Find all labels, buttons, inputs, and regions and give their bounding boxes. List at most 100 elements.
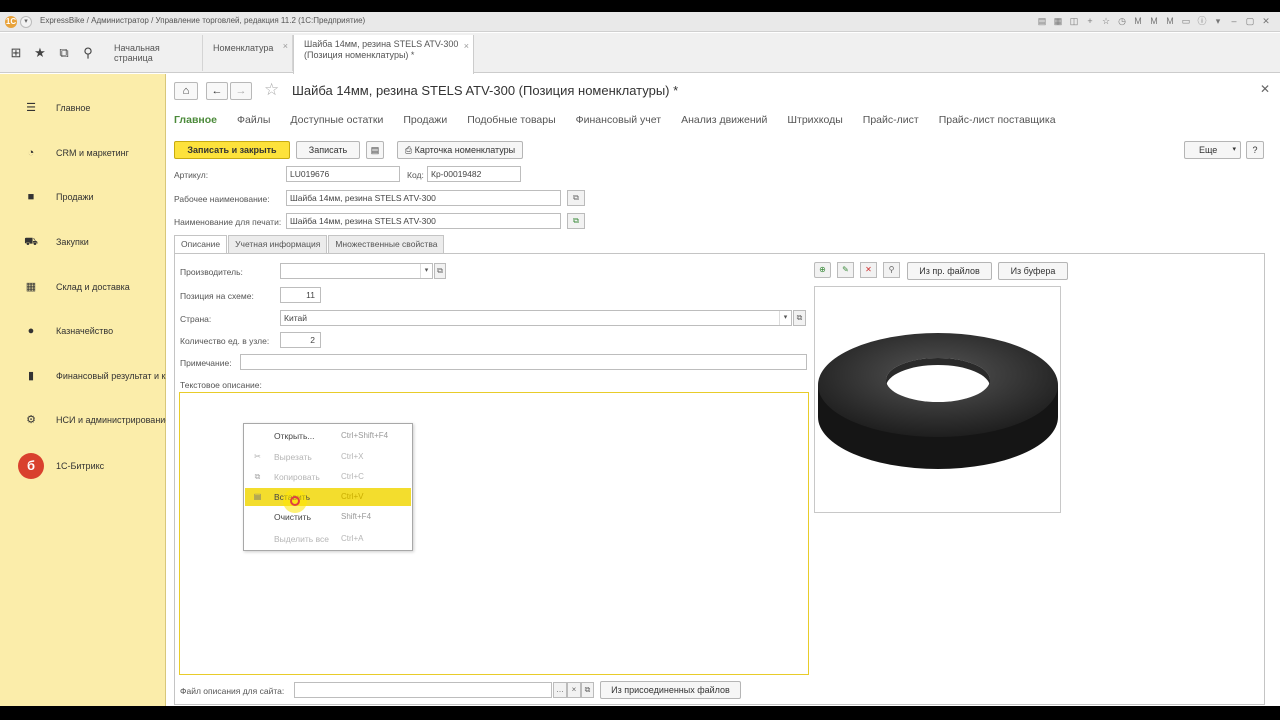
article-field[interactable]: LU019676 — [286, 166, 400, 182]
info-icon[interactable]: ⓘ — [1196, 15, 1208, 27]
zoom-icon[interactable]: ⚲ — [883, 262, 900, 278]
subnav-supplier-pricelist[interactable]: Прайс-лист поставщика — [939, 114, 1056, 126]
menu-item-paste[interactable]: ▤ Вставить Ctrl+V — [245, 488, 411, 506]
open-icon[interactable]: ⧉ — [793, 310, 806, 326]
subnav-main[interactable]: Главное — [174, 114, 217, 126]
favorites-icon[interactable]: ☆ — [1100, 15, 1112, 27]
close-tab-icon[interactable]: × — [464, 41, 469, 52]
delete-icon[interactable]: ✕ — [860, 262, 877, 278]
tab-properties[interactable]: Множественные свойства — [328, 235, 445, 253]
site-file-label: Файл описания для сайта: — [180, 686, 285, 696]
menu-item-cut[interactable]: ✂ Вырезать Ctrl+X — [245, 448, 411, 466]
scheme-position-field[interactable]: 11 — [280, 287, 321, 303]
close-tab-icon[interactable]: × — [283, 41, 288, 51]
item-card-button[interactable]: ⎙ Карточка номенклатуры — [397, 141, 523, 159]
chevron-down-icon[interactable]: ▾ — [779, 311, 791, 325]
sidebar-item-crm[interactable]: ◔ CRM и маркетинг — [0, 137, 166, 169]
note-field[interactable] — [240, 354, 807, 370]
languages-icon[interactable]: ⧉ — [567, 213, 585, 229]
chevron-down-icon: ▾ — [1232, 146, 1236, 153]
tab-accounting[interactable]: Учетная информация — [228, 235, 328, 253]
calendar-icon[interactable]: ▤ — [1036, 15, 1048, 27]
sidebar-item-sales[interactable]: ■ Продажи — [0, 181, 166, 213]
chevron-down-icon[interactable]: ▾ — [420, 264, 432, 278]
subnav-barcodes[interactable]: Штрихкоды — [787, 114, 842, 126]
open-icon[interactable]: ⧉ — [434, 263, 446, 279]
sidebar-item-main[interactable]: ☰ Главное — [0, 92, 166, 124]
star-icon[interactable]: ☆ — [264, 80, 279, 100]
menu-item-copy[interactable]: ⧉ Копировать Ctrl+C — [245, 468, 411, 486]
code-field[interactable]: Кр-00019482 — [427, 166, 521, 182]
tab-description[interactable]: Описание — [174, 235, 228, 253]
tab-home[interactable]: Начальная страница — [104, 35, 203, 71]
minimize-icon[interactable]: – — [1228, 15, 1240, 27]
sidebar-item-admin[interactable]: ⚙ НСИ и администрирование — [0, 404, 170, 436]
close-icon[interactable]: ✕ — [1260, 82, 1270, 96]
manufacturer-label: Производитель: — [180, 267, 243, 277]
m-plus-icon[interactable]: M — [1148, 15, 1160, 27]
save-close-button[interactable]: Записать и закрыть — [174, 141, 290, 159]
history-icon[interactable]: ◷ — [1116, 15, 1128, 27]
save-button[interactable]: Записать — [296, 141, 360, 159]
maximize-icon[interactable]: ▢ — [1244, 15, 1256, 27]
help-button[interactable]: ? — [1246, 141, 1264, 159]
manufacturer-field[interactable] — [280, 263, 433, 279]
from-buffer-button[interactable]: Из буфера — [998, 262, 1068, 280]
cursor-ring — [290, 496, 300, 506]
subnav-finance[interactable]: Финансовый учет — [576, 114, 661, 126]
add-icon[interactable]: ⊕ — [814, 262, 831, 278]
ellipsis-icon[interactable]: … — [553, 682, 567, 698]
m-icon[interactable]: M — [1132, 15, 1144, 27]
calculator-icon[interactable]: ▦ — [1052, 15, 1064, 27]
apps-grid-icon[interactable]: ⊞ — [8, 45, 24, 61]
quantity-field[interactable]: 2 — [280, 332, 321, 348]
languages-icon[interactable]: ⧉ — [567, 190, 585, 206]
site-file-field[interactable] — [294, 682, 552, 698]
plus-icon[interactable]: + — [1084, 15, 1096, 27]
sidebar-item-label: Склад и доставка — [56, 281, 130, 292]
menu-item-open[interactable]: Открыть... Ctrl+Shift+F4 — [245, 427, 411, 445]
tab-nomenclature[interactable]: Номенклатура × — [203, 35, 293, 71]
from-files-button[interactable]: Из пр. файлов — [907, 262, 992, 280]
memory-icon[interactable]: ◫ — [1068, 15, 1080, 27]
menu-item-clear[interactable]: Очистить Shift+F4 — [245, 508, 411, 526]
close-icon[interactable]: ✕ — [1260, 15, 1272, 27]
bag-icon: ■ — [27, 191, 35, 203]
subnav-movements[interactable]: Анализ движений — [681, 114, 767, 126]
home-button[interactable]: ⌂ — [174, 82, 198, 100]
main-menu-icon[interactable]: ▾ — [20, 16, 32, 28]
subnav-stock[interactable]: Доступные остатки — [290, 114, 383, 126]
tab-item-card[interactable]: Шайба 14мм, резина STELS ATV-300 (Позици… — [293, 35, 474, 74]
star-icon[interactable]: ★ — [32, 45, 48, 61]
sidebar-item-treasury[interactable]: ● Казначейство — [0, 315, 166, 347]
sidebar-item-finance[interactable]: ▮ Финансовый результат и контроллинг — [0, 360, 213, 392]
panel-icon[interactable]: ▭ — [1180, 15, 1192, 27]
subnav-pricelist[interactable]: Прайс-лист — [863, 114, 919, 126]
back-button[interactable]: ← — [206, 82, 228, 100]
history-icon[interactable]: ⧉ — [56, 45, 72, 61]
document-icon[interactable]: ▤ — [366, 141, 384, 159]
more-button[interactable]: Еще ▾ — [1184, 141, 1241, 159]
subnav-similar[interactable]: Подобные товары — [467, 114, 555, 126]
sidebar-item-label: 1С-Битрикс — [56, 460, 105, 471]
subnav-sales[interactable]: Продажи — [403, 114, 447, 126]
sidebar-item-bitrix[interactable]: б 1С-Битрикс — [0, 450, 166, 482]
sidebar-item-warehouse[interactable]: ▦ Склад и доставка — [0, 271, 166, 303]
menu-item-select-all[interactable]: Выделить все Ctrl+A — [245, 530, 411, 548]
print-name-field[interactable]: Шайба 14мм, резина STELS ATV-300 — [286, 213, 561, 229]
country-field[interactable]: Китай — [280, 310, 792, 326]
forward-button[interactable]: → — [230, 82, 252, 100]
edit-icon[interactable]: ✎ — [837, 262, 854, 278]
chevron-down-icon[interactable]: ▾ — [1212, 15, 1224, 27]
clear-icon[interactable]: × — [567, 682, 581, 698]
open-icon[interactable]: ⧉ — [581, 682, 594, 698]
sidebar-item-purchases[interactable]: ⛟ Закупки — [0, 226, 166, 258]
subnav-files[interactable]: Файлы — [237, 114, 270, 126]
search-icon[interactable]: ⚲ — [80, 45, 96, 61]
sidebar-item-label: Казначейство — [56, 325, 114, 336]
app-logo-icon[interactable]: 1С — [5, 16, 17, 28]
m-minus-icon[interactable]: M — [1164, 15, 1176, 27]
attached-files-button[interactable]: Из присоединенных файлов — [600, 681, 741, 699]
product-image-frame[interactable] — [814, 286, 1061, 513]
work-name-field[interactable]: Шайба 14мм, резина STELS ATV-300 — [286, 190, 561, 206]
